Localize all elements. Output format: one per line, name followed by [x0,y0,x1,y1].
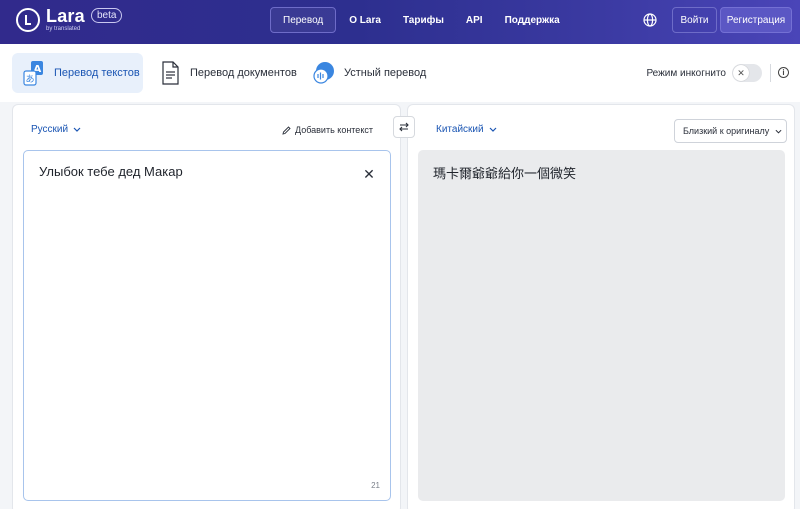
tab-voice-translation[interactable]: Устный перевод [312,53,432,93]
incognito-toggle[interactable]: ✕ [732,64,762,82]
main-nav: Перевод O Lara Тарифы API Поддержка [270,7,571,33]
svg-text:あ: あ [26,74,35,85]
source-text[interactable]: Улыбок тебе дед Макар [39,164,339,179]
login-button[interactable]: Войти [672,7,717,33]
lara-logo-icon [16,7,40,32]
translation-style-label: Близкий к оригиналу [683,126,770,136]
brand-subtitle: by translated [46,26,81,32]
register-button[interactable]: Регистрация [720,7,792,33]
add-context-button[interactable]: Добавить контекст [282,125,373,135]
incognito-control: Режим инкогнито ✕ [646,64,762,82]
brand-name: Lara [46,6,85,26]
toggle-off-icon: ✕ [733,65,749,81]
divider [770,64,771,82]
globe-icon[interactable] [642,12,658,28]
source-panel: Русский Добавить контекст Улыбок тебе де… [12,104,401,509]
tab-document-translation-label: Перевод документов [190,67,297,79]
target-panel: Китайский Близкий к оригиналу 瑪卡爾爺爺給你一個微… [407,104,795,509]
top-header: Lara by translated beta Перевод O Lara Т… [0,0,800,44]
incognito-label: Режим инкогнито [646,67,726,79]
source-textarea[interactable]: Улыбок тебе дед Макар ✕ 21 [23,150,391,501]
close-icon[interactable]: ✕ [362,166,376,182]
translate-text-icon: A あ [22,60,46,86]
chevron-down-icon [775,126,782,136]
beta-badge: beta [91,8,123,23]
tab-text-translation-label: Перевод текстов [54,67,140,79]
tab-text-translation[interactable]: A あ Перевод текстов [12,53,143,93]
pencil-icon [282,125,291,135]
add-context-label: Добавить контекст [295,125,373,135]
swap-languages-button[interactable] [393,116,415,138]
char-count: 21 [371,481,380,490]
source-language-label: Русский [31,124,69,135]
tab-document-translation[interactable]: Перевод документов [158,53,298,93]
translation-style-select[interactable]: Близкий к оригиналу [674,119,787,143]
nav-about[interactable]: O Lara [338,7,392,33]
nav-translate[interactable]: Перевод [270,7,337,33]
source-language-select[interactable]: Русский [31,124,81,135]
document-icon [158,60,182,86]
nav-api[interactable]: API [455,7,494,33]
lara-logo[interactable]: Lara by translated [16,7,85,32]
nav-pricing[interactable]: Тарифы [392,7,455,33]
swap-icon [399,122,409,132]
nav-support[interactable]: Поддержка [494,7,571,33]
info-icon[interactable]: i [778,67,789,78]
target-language-label: Китайский [436,124,484,135]
chevron-down-icon [73,124,81,135]
target-language-select[interactable]: Китайский [436,124,497,135]
voice-translation-icon [312,60,336,86]
translation-text: 瑪卡爾爺爺給你一個微笑 [433,167,577,182]
tab-voice-translation-label: Устный перевод [344,67,427,79]
chevron-down-icon [489,124,497,135]
translation-output: 瑪卡爾爺爺給你一個微笑 [418,150,785,501]
